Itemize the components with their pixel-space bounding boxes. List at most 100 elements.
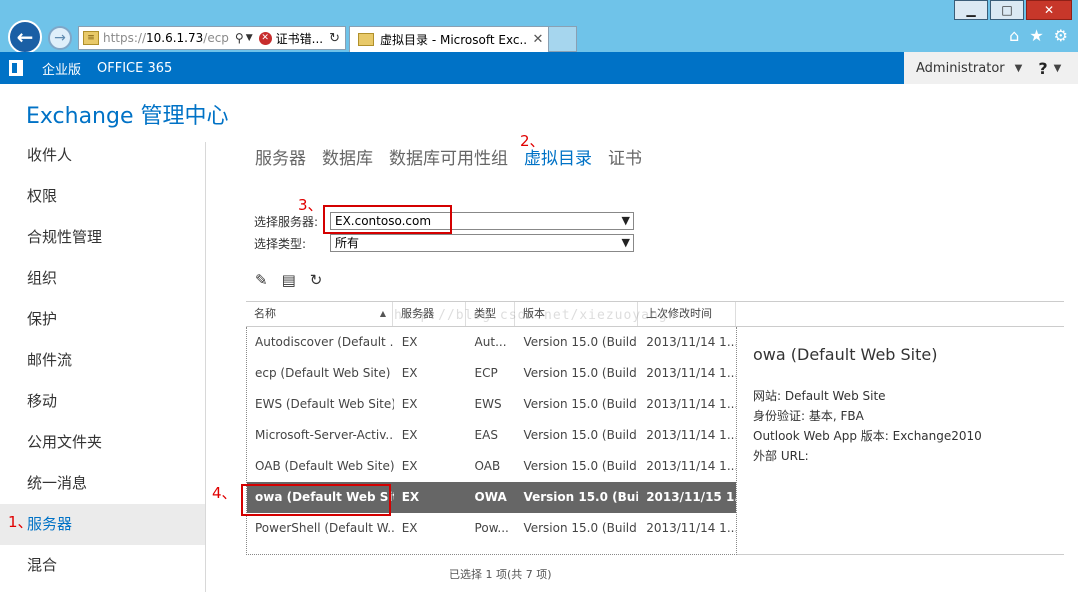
col-header-name[interactable]: 名称 ▲ <box>246 302 393 326</box>
details-title: owa (Default Web Site) <box>753 345 938 364</box>
edition-link[interactable]: 企业版 <box>42 59 81 78</box>
url-protocol: https:// <box>103 31 147 45</box>
cell-modified: 2013/11/14 1... <box>646 459 736 473</box>
tab-certificates[interactable]: 证书 <box>608 144 642 169</box>
user-menu[interactable]: Administrator ▼ ? ▼ <box>904 52 1078 84</box>
browser-tab[interactable]: 虚拟目录 - Microsoft Exc... ✕ <box>349 26 549 52</box>
type-label: 选择类型: <box>254 236 307 251</box>
cell-modified: 2013/11/14 1... <box>646 521 736 535</box>
cert-error-text[interactable]: 证书错... <box>276 30 323 47</box>
cell-version: Version 15.0 (Build... <box>523 521 639 535</box>
url-path: /ecp <box>203 31 229 45</box>
page-icon: ≡ <box>83 31 99 45</box>
cell-type: OAB <box>474 459 501 473</box>
cell-server: EX <box>401 428 418 442</box>
chevron-down-icon: ▼ <box>621 214 630 227</box>
tab-close-icon[interactable]: ✕ <box>528 32 548 47</box>
cell-modified: 2013/11/14 1... <box>646 397 736 411</box>
window-controls: ▁ □ ✕ <box>952 0 1072 20</box>
cell-version: Version 15.0 (Build... <box>523 428 639 442</box>
cell-server: EX <box>401 459 418 473</box>
close-icon[interactable]: ✕ <box>1026 0 1072 20</box>
details-pane: owa (Default Web Site) 网站: Default Web S… <box>737 327 1064 555</box>
cert-error-icon[interactable]: ✕ <box>258 31 272 45</box>
nav-item-mail-flow[interactable]: 邮件流 <box>0 340 205 381</box>
cell-server: EX <box>401 521 418 535</box>
cell-version: Version 15.0 (Build... <box>523 366 639 380</box>
server-label: 选择服务器: <box>254 214 319 229</box>
details-owa-version: Outlook Web App 版本: Exchange2010 <box>753 429 982 443</box>
nav-item-permissions[interactable]: 权限 <box>0 176 205 217</box>
new-tab-button[interactable] <box>549 26 577 52</box>
cell-version: Version 15.0 (Build... <box>523 459 639 473</box>
maximize-icon[interactable]: □ <box>990 0 1024 20</box>
cell-name: OAB (Default Web Site) <box>255 459 394 473</box>
nav-item-public-folders[interactable]: 公用文件夹 <box>0 422 205 463</box>
tab-dag[interactable]: 数据库可用性组 <box>389 144 508 169</box>
virtual-directory-grid: 名称 ▲ 服务器 类型 版本 上次修改时间 http://blog.csdn.ne… <box>246 301 1064 555</box>
sub-tabs: 服务器 数据库 数据库可用性组 虚拟目录 证书 <box>255 144 658 169</box>
cell-name: Autodiscover (Default ... <box>255 335 394 349</box>
nav-item-recipients[interactable]: 收件人 <box>0 135 205 176</box>
cell-type: OWA <box>474 490 507 504</box>
back-arrow-icon[interactable]: ← <box>8 20 42 54</box>
refresh-icon[interactable]: ↻ <box>310 271 323 289</box>
chevron-down-icon[interactable]: ▼ <box>1015 63 1023 74</box>
url-host: 10.6.1.73 <box>146 31 204 45</box>
address-bar[interactable]: ≡ https:// 10.6.1.73 /ecp ⚲ ▼ ✕ 证书错... ↻ <box>78 26 346 50</box>
minimize-icon[interactable]: ▁ <box>954 0 988 20</box>
tab-servers[interactable]: 服务器 <box>255 144 306 169</box>
table-row[interactable]: Autodiscover (Default ... EX Aut... Vers… <box>247 327 736 358</box>
cell-name: PowerShell (Default W... <box>255 521 394 535</box>
selection-status: 已选择 1 项(共 7 项) <box>449 568 552 581</box>
edit-pencil-icon[interactable]: ✎ <box>255 271 268 289</box>
details-icon[interactable]: ▤ <box>282 271 296 289</box>
nav-item-protection[interactable]: 保护 <box>0 299 205 340</box>
tab-title: 虚拟目录 - Microsoft Exc... <box>380 33 528 47</box>
gear-icon[interactable]: ⚙ <box>1054 26 1068 45</box>
user-name[interactable]: Administrator <box>916 61 1005 76</box>
office365-link[interactable]: OFFICE 365 <box>97 61 172 76</box>
cell-modified: 2013/11/14 1... <box>646 366 736 380</box>
cell-type: ECP <box>474 366 498 380</box>
table-row[interactable]: OAB (Default Web Site) EX OAB Version 15… <box>247 451 736 482</box>
type-select[interactable]: 所有 ▼ <box>330 234 634 252</box>
nav-item-hybrid[interactable]: 混合 <box>0 545 205 586</box>
office-logo-icon[interactable] <box>0 52 32 84</box>
table-row[interactable]: PowerShell (Default W... EX Pow... Versi… <box>247 513 736 544</box>
table-row[interactable]: ecp (Default Web Site) EX ECP Version 15… <box>247 358 736 389</box>
grid-toolbar: ✎ ▤ ↻ <box>255 271 322 289</box>
nav-item-unified-messaging[interactable]: 统一消息 <box>0 463 205 504</box>
office-top-bar: 企业版 OFFICE 365 Administrator ▼ ? ▼ <box>0 52 1078 84</box>
nav-item-compliance[interactable]: 合规性管理 <box>0 217 205 258</box>
cell-name: EWS (Default Web Site) <box>255 397 394 411</box>
table-row[interactable]: EWS (Default Web Site) EX EWS Version 15… <box>247 389 736 420</box>
cell-server: EX <box>401 490 420 504</box>
details-website: 网站: Default Web Site <box>753 389 886 403</box>
help-icon[interactable]: ? <box>1038 59 1047 78</box>
forward-arrow-icon[interactable]: → <box>48 26 72 50</box>
cell-server: EX <box>401 366 418 380</box>
annotation-1: 1、 <box>8 513 33 531</box>
grid-header: 名称 ▲ 服务器 类型 版本 上次修改时间 http://blog.csdn.ne… <box>246 301 1064 327</box>
refresh-icon[interactable]: ↻ <box>329 31 340 46</box>
table-row[interactable]: Microsoft-Server-Activ... EX EAS Version… <box>247 420 736 451</box>
cell-modified: 2013/11/15 1... <box>646 490 736 504</box>
highlight-box-owa <box>241 484 391 516</box>
chevron-down-icon: ▼ <box>621 236 630 249</box>
cell-type: EAS <box>474 428 498 442</box>
cell-name: Microsoft-Server-Activ... <box>255 428 394 442</box>
annotation-2: 2、 <box>520 132 545 150</box>
sort-asc-icon: ▲ <box>379 309 386 318</box>
cell-modified: 2013/11/14 1... <box>646 335 736 349</box>
star-icon[interactable]: ★ <box>1029 26 1043 45</box>
nav-item-organization[interactable]: 组织 <box>0 258 205 299</box>
chevron-down-icon[interactable]: ▼ <box>1054 63 1062 74</box>
search-icon[interactable]: ⚲ <box>235 31 244 45</box>
type-select-value: 所有 <box>335 236 360 250</box>
nav-item-mobile[interactable]: 移动 <box>0 381 205 422</box>
dropdown-caret-icon[interactable]: ▼ <box>246 33 253 43</box>
tab-databases[interactable]: 数据库 <box>322 144 373 169</box>
annotation-4: 4、 <box>212 484 237 502</box>
home-icon[interactable]: ⌂ <box>1009 26 1019 45</box>
